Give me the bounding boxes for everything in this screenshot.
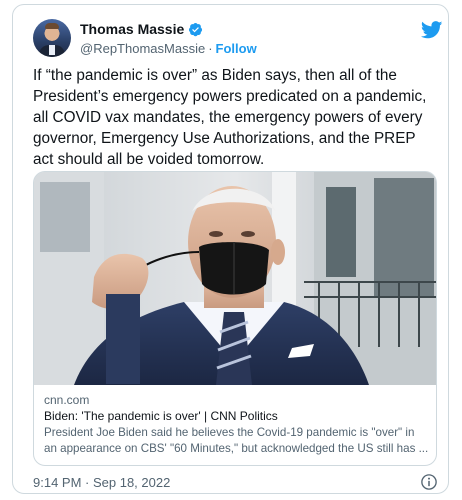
author-name-line: Thomas Massie (80, 21, 203, 37)
link-title[interactable]: Biden: 'The pandemic is over' | CNN Poli… (44, 409, 429, 423)
twitter-bird-icon[interactable] (421, 21, 443, 39)
avatar[interactable] (33, 19, 71, 57)
tweet-footer: 9:14 PM · Sep 18, 2022 (33, 473, 438, 493)
tweet-header: Thomas Massie @RepThomasMassie · Follow (33, 19, 451, 59)
tweet-timestamp[interactable]: 9:14 PM · Sep 18, 2022 (33, 475, 170, 490)
link-description: President Joe Biden said he believes the… (44, 426, 429, 455)
follow-link[interactable]: Follow (216, 41, 257, 56)
news-photo (34, 172, 436, 385)
link-domain: cnn.com (44, 393, 90, 407)
author-handle[interactable]: @RepThomasMassie (80, 41, 205, 56)
tweet-card[interactable]: Thomas Massie @RepThomasMassie · Follow … (12, 4, 449, 494)
link-preview-image[interactable] (34, 172, 436, 385)
author-name[interactable]: Thomas Massie (80, 21, 184, 37)
info-icon[interactable] (420, 473, 438, 491)
verified-badge-icon (189, 22, 203, 36)
tweet-text: If “the pandemic is over” as Biden says,… (33, 67, 427, 168)
author-handle-line: @RepThomasMassie · Follow (80, 41, 257, 56)
link-preview-card[interactable]: cnn.com Biden: 'The pandemic is over' | … (33, 171, 437, 466)
link-preview-meta: cnn.com Biden: 'The pandemic is over' | … (44, 393, 429, 457)
handle-separator: · (208, 41, 213, 56)
